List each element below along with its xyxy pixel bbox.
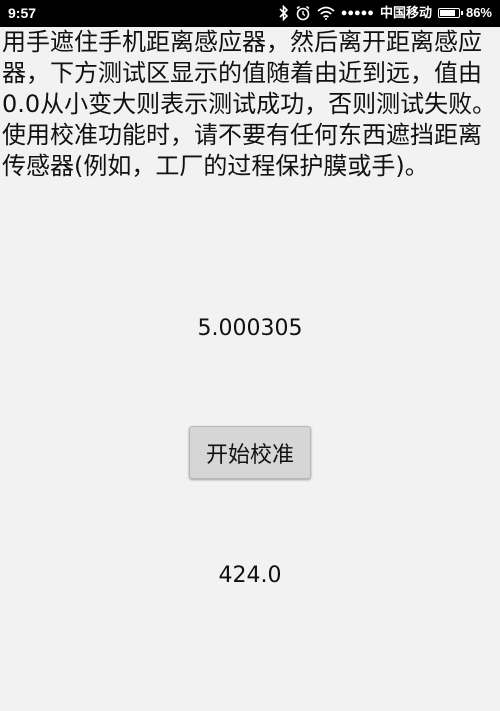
status-icons: ●●●●● 中国移动 86% — [279, 4, 492, 22]
instructions-paragraph-test: 用手遮住手机距离感应器，然后离开距离感应器，下方测试区显示的值随着由近到远，值由… — [2, 28, 497, 118]
instructions-text: 用手遮住手机距离感应器，然后离开距离感应器，下方测试区显示的值随着由近到远，值由… — [2, 27, 498, 182]
battery-fill — [439, 10, 455, 16]
wifi-icon — [317, 6, 335, 20]
sensor-value-readout: 5.000305 — [197, 316, 303, 341]
alarm-clock-icon — [295, 5, 311, 21]
carrier-name: 中国移动 — [379, 5, 432, 20]
bluetooth-icon — [279, 5, 289, 21]
status-bar: 9:57 ●●●●● 中国移动 86% — [0, 0, 500, 27]
start-calibration-button[interactable]: 开始校准 — [189, 426, 311, 479]
instructions-paragraph-calibration: 使用校准功能时，请不要有任何东西遮挡距离传感器(例如，工厂的过程保护膜或手)。 — [2, 121, 482, 180]
raw-value-readout: 424.0 — [218, 563, 282, 588]
battery-percent: 86% — [465, 5, 492, 20]
battery-icon — [437, 8, 463, 18]
signal-strength-dots: ●●●●● — [340, 7, 374, 19]
status-time: 9:57 — [8, 5, 37, 21]
